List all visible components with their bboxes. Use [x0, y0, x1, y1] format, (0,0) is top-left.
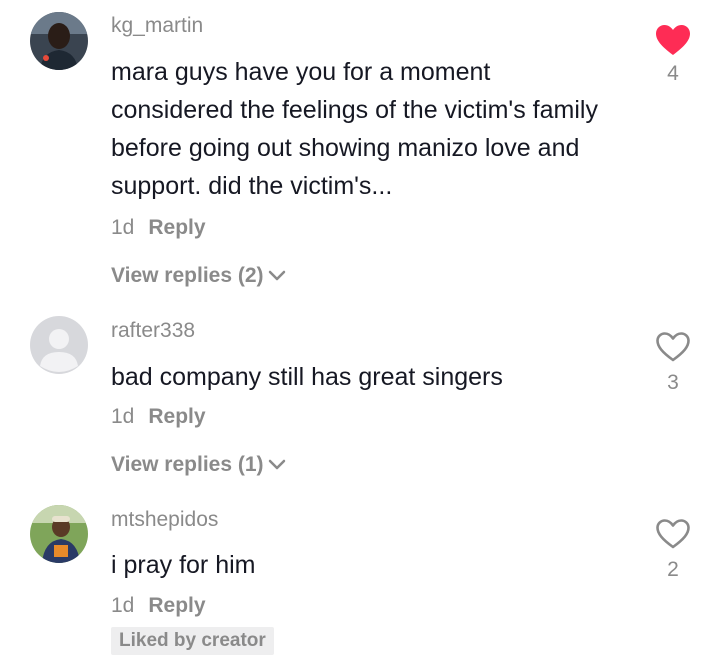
chevron-down-icon: [268, 270, 285, 281]
reply-button[interactable]: Reply: [148, 594, 205, 617]
like-button[interactable]: 2: [653, 518, 693, 582]
avatar[interactable]: [30, 505, 88, 563]
view-replies-button[interactable]: View replies (1): [111, 453, 286, 477]
comment-username[interactable]: kg_martin: [111, 14, 203, 38]
comment-time: 1d: [111, 405, 135, 428]
comment-meta: 1d Reply: [111, 405, 206, 429]
comment-time: 1d: [111, 216, 135, 239]
reply-button[interactable]: Reply: [148, 216, 205, 239]
like-button[interactable]: 3: [653, 331, 693, 395]
comment-text: mara guys have you for a moment consider…: [111, 58, 598, 200]
heart-filled-icon: [656, 25, 690, 55]
reply-button[interactable]: Reply: [148, 405, 205, 428]
comment-meta: 1d Reply: [111, 594, 206, 618]
like-button[interactable]: 4: [653, 24, 693, 86]
avatar-photo: [30, 12, 88, 70]
comment-time: 1d: [111, 594, 135, 617]
like-count: 4: [667, 62, 679, 85]
comment-username[interactable]: mtshepidos: [111, 508, 218, 532]
view-replies-button[interactable]: View replies (2): [111, 264, 286, 288]
avatar[interactable]: [30, 12, 88, 70]
view-replies-label: View replies (1): [111, 453, 264, 476]
like-count: 2: [667, 558, 679, 581]
like-count: 3: [667, 371, 679, 394]
comment-text: i pray for him: [111, 551, 256, 579]
comment-text: bad company still has great singers: [111, 363, 503, 391]
chevron-down-icon: [268, 459, 285, 470]
avatar[interactable]: [30, 316, 88, 374]
comment-username[interactable]: rafter338: [111, 319, 195, 343]
default-avatar-icon: [30, 316, 88, 374]
heart-outline-icon: [656, 332, 690, 362]
view-replies-label: View replies (2): [111, 264, 264, 287]
comment-meta: 1d Reply: [111, 216, 206, 240]
heart-outline-icon: [656, 519, 690, 549]
liked-by-creator-badge: Liked by creator: [111, 627, 274, 655]
avatar-photo: [30, 505, 88, 563]
